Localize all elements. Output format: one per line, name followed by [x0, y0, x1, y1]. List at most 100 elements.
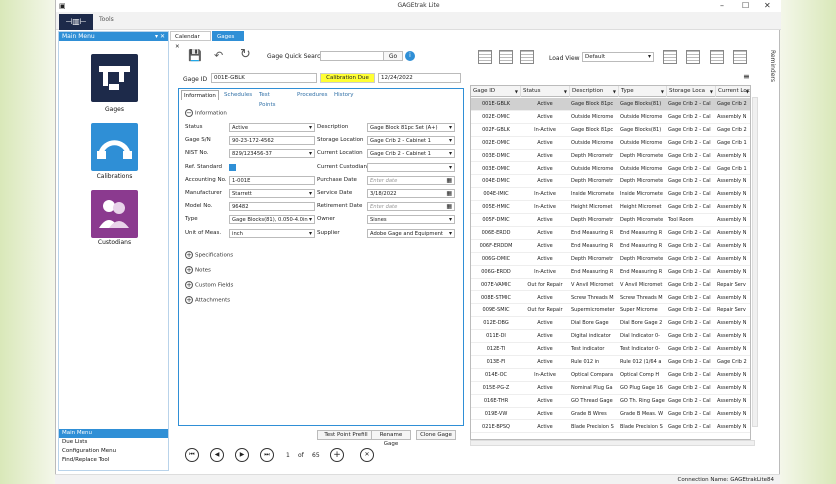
grid-column-header[interactable]: Storage Loca ▼	[667, 86, 716, 97]
test-point-prefill-button[interactable]: Test Point Prefill	[317, 430, 375, 440]
right-field-5[interactable]: 3/18/2022	[367, 189, 455, 198]
go-button[interactable]: Go	[383, 51, 403, 61]
grid-column-header[interactable]: Gage ID ▼	[471, 86, 521, 97]
info-icon[interactable]: i	[405, 51, 415, 61]
table-row[interactable]: 004E-IMIC In-Active Inside Micromete Inside…	[471, 188, 750, 202]
reminders-tab[interactable]: Reminders	[762, 50, 776, 110]
table-row[interactable]: 006G-DMIC Active Depth Micrometr Depth Micr…	[471, 253, 750, 266]
information-section[interactable]: − Information	[185, 109, 227, 117]
table-row[interactable]: 005F-DMIC Active Depth Micrometr Depth Micr…	[471, 214, 750, 227]
grid-column-header[interactable]: Current Loc ▼	[716, 86, 750, 97]
filter-icon[interactable]: ▼	[613, 86, 616, 97]
specifications-section[interactable]: + Specifications	[185, 251, 233, 259]
link-main-menu[interactable]: Main Menu	[59, 429, 168, 438]
table-row[interactable]: 007E-VAMIC Out for Repair V Anvil Micromet…	[471, 279, 750, 292]
filter-icon[interactable]: ▼	[710, 86, 713, 97]
table-row[interactable]: 015E-PG-Z Active Nominal Plug Ga GO Plug Ga…	[471, 382, 750, 395]
filter-icon[interactable]: ▼	[564, 86, 567, 97]
export-view-icon[interactable]	[710, 50, 724, 64]
grid-view-icon[interactable]	[478, 50, 492, 64]
table-row[interactable]: 003E-DMIC Active Depth Micrometr Depth Micr…	[471, 150, 750, 163]
notes-section[interactable]: + Notes	[185, 266, 211, 274]
save-icon[interactable]: 💾	[188, 49, 202, 62]
table-row[interactable]: 009E-SMIC Out for Repair Supermicrometer Su…	[471, 304, 750, 318]
print-view-icon[interactable]	[686, 50, 700, 64]
report-view-icon[interactable]	[733, 50, 747, 64]
minimize-button[interactable]: –	[720, 1, 724, 10]
table-row[interactable]: 012E-TI Active Test indicator Test Indicato…	[471, 343, 750, 356]
tab-history[interactable]: History	[334, 90, 354, 100]
table-row[interactable]: 012E-DBG Active Dial Bore Gage Dial Bore Ga…	[471, 317, 750, 331]
load-view-select[interactable]: Default	[582, 52, 654, 62]
left-field-4[interactable]: 1-001E	[229, 175, 315, 185]
table-row[interactable]: 006F-ERDDM Active End Measuring R End Measu…	[471, 240, 750, 253]
table-row[interactable]: 001E-GBLK Active Gage Block 81pc Gage Block…	[471, 98, 750, 111]
left-field-8[interactable]: inch	[229, 228, 315, 238]
link-find-replace-tool[interactable]: Find/Replace Tool	[59, 456, 168, 465]
grid-columns-icon[interactable]	[499, 50, 513, 64]
save-view-icon[interactable]	[663, 50, 677, 64]
filter-icon[interactable]: ▼	[746, 86, 749, 97]
left-field-5[interactable]: Starrett	[229, 189, 315, 198]
delete-record-button[interactable]: ✕	[360, 448, 374, 462]
tab-calendar[interactable]: Calendar ✕	[170, 31, 211, 50]
table-row[interactable]: 021E-BPSQ Active Blade Precision S Blade Pr…	[471, 421, 750, 434]
left-field-7[interactable]: Gage Blocks(81), 0.050-4.0in	[229, 215, 315, 225]
table-row[interactable]: 005E-HMIC In-Active Height Micromet Height …	[471, 201, 750, 215]
calibrations-tile[interactable]	[91, 123, 138, 171]
right-field-2[interactable]: Gage Crib 2 - Cabinet 1	[367, 149, 455, 159]
table-row[interactable]: 019E-VW Active Grade B Wires Grade B Meas. …	[471, 408, 750, 421]
ref-standard-checkbox[interactable]	[229, 163, 236, 171]
right-field-7[interactable]: Sisnes	[367, 215, 455, 225]
grid-menu-icon[interactable]: ≡	[743, 72, 750, 81]
link-due-lists[interactable]: Due Lists	[59, 438, 168, 447]
table-row[interactable]: 002E-OMIC Active Outside Microme Outside Mi…	[471, 137, 750, 150]
previous-record-button[interactable]: ◀	[210, 448, 224, 462]
table-row[interactable]: 013E-FI Active Rule 012 in Rule 012 (1/64 a…	[471, 356, 750, 369]
grid-column-header[interactable]: Status ▼	[521, 86, 570, 97]
plus-icon[interactable]: +	[185, 281, 193, 289]
last-record-button[interactable]: ⏭	[260, 448, 274, 462]
table-row[interactable]: 016E-THR Active GO Thread Gage GO Th. Ring …	[471, 395, 750, 408]
close-window-button[interactable]: ✕	[764, 1, 771, 10]
table-row[interactable]: 014E-OC In-Active Optical Compara Optical C…	[471, 369, 750, 382]
grid-vertical-scrollbar[interactable]	[752, 97, 758, 427]
tab-gages[interactable]: Gages ✕	[212, 31, 244, 50]
grid-column-header[interactable]: Type ▼	[619, 86, 667, 97]
plus-icon[interactable]: +	[185, 296, 193, 304]
table-row[interactable]: 011E-DI Active Digital indicator Dial Indic…	[471, 330, 750, 344]
right-field-8[interactable]: Adobe Gage and Equipment	[367, 228, 455, 238]
table-row[interactable]: 003E-OMIC Active Outside Microme Outside Mi…	[471, 163, 750, 176]
maximize-button[interactable]: ☐	[742, 1, 749, 10]
add-record-button[interactable]: +	[330, 448, 344, 462]
tab-information[interactable]: Information	[181, 90, 219, 100]
calibration-due-date[interactable]: 12/24/2022	[378, 73, 461, 83]
filter-icon[interactable]: ▼	[515, 86, 518, 97]
right-field-1[interactable]: Gage Crib 2 - Cabinet 1	[367, 136, 455, 146]
right-field-0[interactable]: Gage Block 81pc Set (A+)	[367, 123, 455, 132]
plus-icon[interactable]: +	[185, 266, 193, 274]
refresh-icon[interactable]: ↻	[240, 47, 251, 62]
right-field-4[interactable]: Enter date	[367, 175, 455, 185]
table-row[interactable]: 002F-GBLK In-Active Gage Block 81pc Gage Bl…	[471, 124, 750, 137]
table-row[interactable]: 006G-ERDD In-Active End Measuring R End Mea…	[471, 266, 750, 279]
rename-gage-button[interactable]: Rename Gage	[371, 430, 411, 447]
grid-export-icon[interactable]	[520, 50, 534, 64]
pin-close-icon[interactable]: ▾ ✕	[155, 32, 165, 41]
first-record-button[interactable]: ⏮	[185, 448, 199, 462]
grid-column-header[interactable]: Description ▼	[570, 86, 619, 97]
grid-horizontal-scrollbar[interactable]	[470, 440, 755, 446]
left-field-6[interactable]: 96482	[229, 202, 315, 212]
minus-icon[interactable]: −	[185, 109, 193, 117]
filter-icon[interactable]: ▼	[661, 86, 664, 97]
left-field-2[interactable]: 829/123456-37	[229, 149, 315, 159]
left-field-0[interactable]: Active	[229, 123, 315, 132]
next-record-button[interactable]: ▶	[235, 448, 249, 462]
tools-menu[interactable]: Tools	[99, 16, 114, 23]
clone-gage-button[interactable]: Clone Gage	[416, 430, 456, 440]
plus-icon[interactable]: +	[185, 251, 193, 259]
table-row[interactable]: 006E-ERDD Active End Measuring R End Measur…	[471, 227, 750, 240]
undo-icon[interactable]: ↶	[214, 49, 223, 62]
tab-schedules[interactable]: Schedules	[224, 90, 252, 100]
gage-id-field[interactable]: 001E-GBLK	[211, 73, 317, 83]
